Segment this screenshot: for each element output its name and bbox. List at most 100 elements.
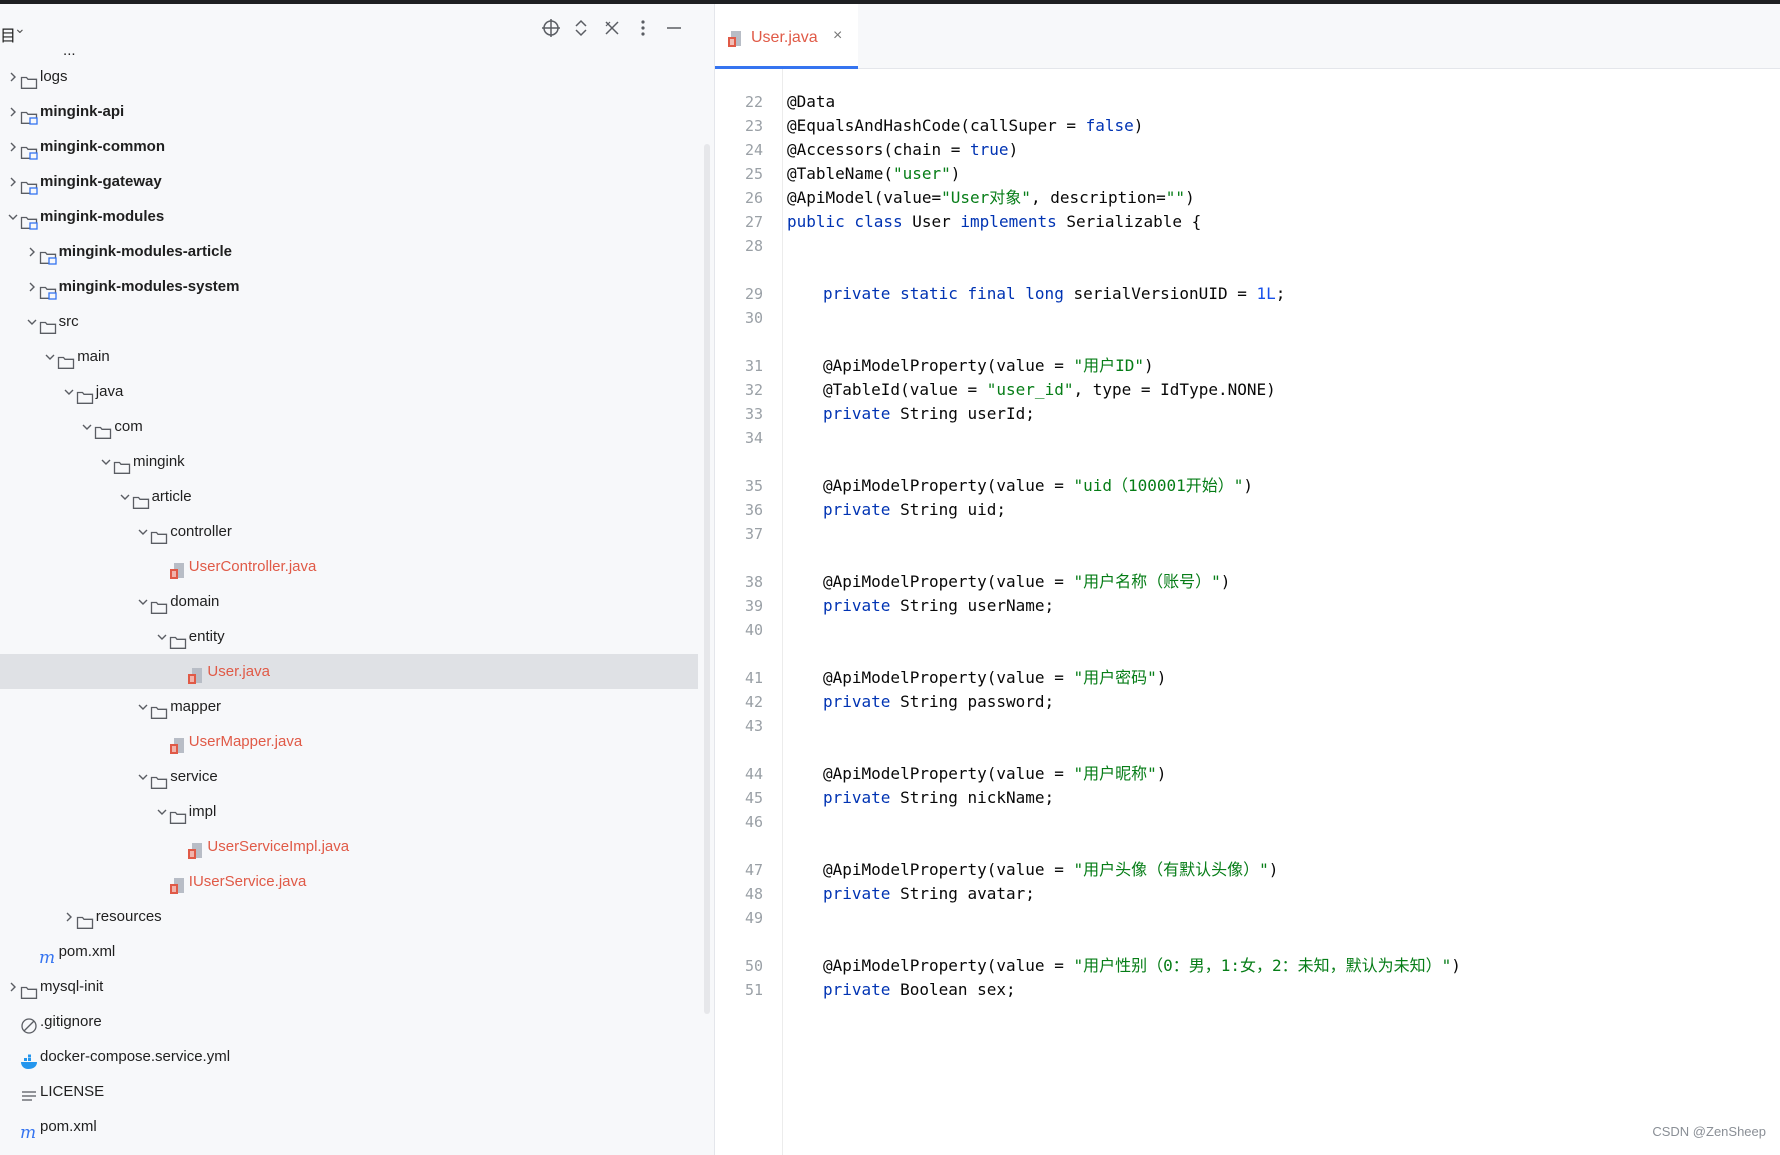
line-number: 23 bbox=[744, 117, 763, 135]
chevron-down-icon[interactable] bbox=[80, 409, 94, 444]
tree-item[interactable]: article bbox=[0, 479, 700, 514]
chevron-down-icon[interactable] bbox=[136, 514, 150, 549]
chevron-right-icon[interactable] bbox=[6, 129, 20, 164]
project-scrollbar[interactable] bbox=[704, 144, 710, 1014]
line-number: 22 bbox=[744, 93, 763, 111]
tree-item[interactable]: mysql-init bbox=[0, 969, 700, 1004]
java-file-icon bbox=[169, 733, 187, 754]
chevron-down-icon[interactable] bbox=[118, 479, 132, 514]
line-number: 24 bbox=[744, 141, 763, 159]
line-number: 46 bbox=[744, 813, 763, 831]
tree-item-label: domain bbox=[170, 593, 220, 610]
chevron-down-icon[interactable] bbox=[99, 444, 113, 479]
docker-icon bbox=[20, 1048, 38, 1069]
tree-item[interactable]: LICENSE bbox=[0, 1074, 700, 1109]
folder-icon bbox=[20, 68, 38, 89]
tree-item[interactable]: m pom.xml bbox=[0, 934, 700, 969]
chevron-down-icon[interactable] bbox=[136, 759, 150, 794]
line-number: 34 bbox=[744, 429, 763, 447]
chevron-right-icon[interactable] bbox=[6, 94, 20, 129]
chevron-right-icon[interactable] bbox=[62, 899, 76, 934]
line-number: 33 bbox=[744, 405, 763, 423]
tree-item[interactable]: IUserService.java bbox=[0, 864, 700, 899]
tree-item[interactable]: main bbox=[0, 339, 700, 374]
tree-item[interactable]: mingink-modules-system bbox=[0, 269, 700, 304]
chevron-down-icon[interactable] bbox=[136, 584, 150, 619]
code-text: private String avatar; bbox=[823, 884, 1035, 903]
chevron-right-icon[interactable] bbox=[25, 269, 39, 304]
chevron-right-icon[interactable] bbox=[25, 234, 39, 269]
chevron-down-icon[interactable]: ⌄ bbox=[14, 20, 26, 37]
line-number: 36 bbox=[744, 501, 763, 519]
tree-item[interactable]: src bbox=[0, 304, 700, 339]
tree-item[interactable]: docker-compose.service.yml bbox=[0, 1039, 700, 1074]
project-panel: 目 ⌄ ___...__ logs mingink-api mingink-comm… bbox=[0, 4, 715, 1155]
tree-item[interactable]: domain bbox=[0, 584, 700, 619]
tree-item[interactable]: service bbox=[0, 759, 700, 794]
tree-item-label: mapper bbox=[170, 698, 222, 715]
java-file-icon bbox=[728, 31, 741, 47]
tree-item[interactable]: resources bbox=[0, 899, 700, 934]
tree-item[interactable]: mingink-gateway bbox=[0, 164, 700, 199]
chevron-down-icon[interactable] bbox=[43, 339, 57, 374]
folder-icon bbox=[76, 383, 94, 404]
chevron-down-icon[interactable] bbox=[155, 619, 169, 654]
tree-item[interactable]: java bbox=[0, 374, 700, 409]
tree-item[interactable]: mingink-api bbox=[0, 94, 700, 129]
chevron-down-icon[interactable] bbox=[155, 794, 169, 829]
tree-item[interactable]: mingink-modules-article bbox=[0, 234, 700, 269]
module-folder-icon bbox=[20, 103, 38, 125]
folder-icon bbox=[169, 803, 187, 824]
tree-item[interactable]: User.java bbox=[0, 654, 698, 689]
code-text: @ApiModelProperty(value = "用户密码") bbox=[823, 668, 1167, 687]
tab-label: User.java bbox=[751, 29, 818, 46]
tree-item[interactable]: mingink-common bbox=[0, 129, 700, 164]
close-icon[interactable] bbox=[601, 18, 623, 40]
tree-item-label: mingink bbox=[133, 453, 185, 470]
tab-user-java[interactable]: User.java × bbox=[715, 4, 858, 69]
more-options-icon[interactable] bbox=[632, 18, 654, 40]
text-file-icon bbox=[20, 1083, 38, 1101]
code-text: @TableName("user") bbox=[787, 164, 961, 183]
svg-text:m: m bbox=[39, 949, 55, 965]
line-number: 25 bbox=[744, 165, 763, 183]
editor-area: User.java × 22 @Data 23 @EqualsAndHashCode(… bbox=[715, 4, 1780, 1155]
chevron-down-icon[interactable] bbox=[6, 199, 20, 234]
tree-item[interactable]: entity bbox=[0, 619, 700, 654]
minimize-icon[interactable] bbox=[663, 18, 685, 40]
tree-item[interactable]: mingink bbox=[0, 444, 700, 479]
tree-item[interactable]: UserServiceImpl.java bbox=[0, 829, 700, 864]
code-text: private Boolean sex; bbox=[823, 980, 1016, 999]
tree-item-label: mingink-modules-article bbox=[58, 243, 232, 260]
code-area[interactable]: 22 @Data 23 @EqualsAndHashCode(callSuper = … bbox=[715, 69, 1780, 1155]
tree-item[interactable]: logs bbox=[0, 59, 700, 94]
locate-icon[interactable] bbox=[540, 18, 562, 40]
tree-item[interactable]: UserController.java bbox=[0, 549, 700, 584]
tree-item[interactable]: .gitignore bbox=[0, 1004, 700, 1039]
chevron-right-icon[interactable] bbox=[6, 969, 20, 1004]
tree-item[interactable]: impl bbox=[0, 794, 700, 829]
tab-close-button[interactable]: × bbox=[833, 27, 842, 45]
expand-collapse-icon[interactable] bbox=[570, 18, 592, 40]
maven-icon: m bbox=[39, 943, 57, 968]
module-folder-icon bbox=[39, 243, 57, 265]
java-file-icon bbox=[187, 838, 205, 859]
folder-icon bbox=[150, 593, 168, 614]
chevron-down-icon[interactable] bbox=[62, 374, 76, 409]
module-folder-icon bbox=[20, 208, 38, 230]
chevron-down-icon[interactable] bbox=[25, 304, 39, 339]
chevron-down-icon[interactable] bbox=[136, 689, 150, 724]
tree-item[interactable]: UserMapper.java bbox=[0, 724, 700, 759]
tree-item[interactable]: com bbox=[0, 409, 700, 444]
tree-item-label: entity bbox=[188, 628, 225, 645]
tree-item[interactable]: m pom.xml bbox=[0, 1109, 700, 1144]
folder-icon bbox=[39, 313, 57, 334]
code-text: @TableId(value = "user_id", type = IdTyp… bbox=[823, 380, 1276, 399]
tree-item[interactable]: mapper bbox=[0, 689, 700, 724]
line-number: 51 bbox=[744, 981, 763, 999]
chevron-right-icon[interactable] bbox=[6, 59, 20, 94]
chevron-right-icon[interactable] bbox=[6, 164, 20, 199]
tree-item[interactable]: mingink-modules bbox=[0, 199, 700, 234]
tree-item[interactable]: controller bbox=[0, 514, 700, 549]
line-number: 32 bbox=[744, 381, 763, 399]
